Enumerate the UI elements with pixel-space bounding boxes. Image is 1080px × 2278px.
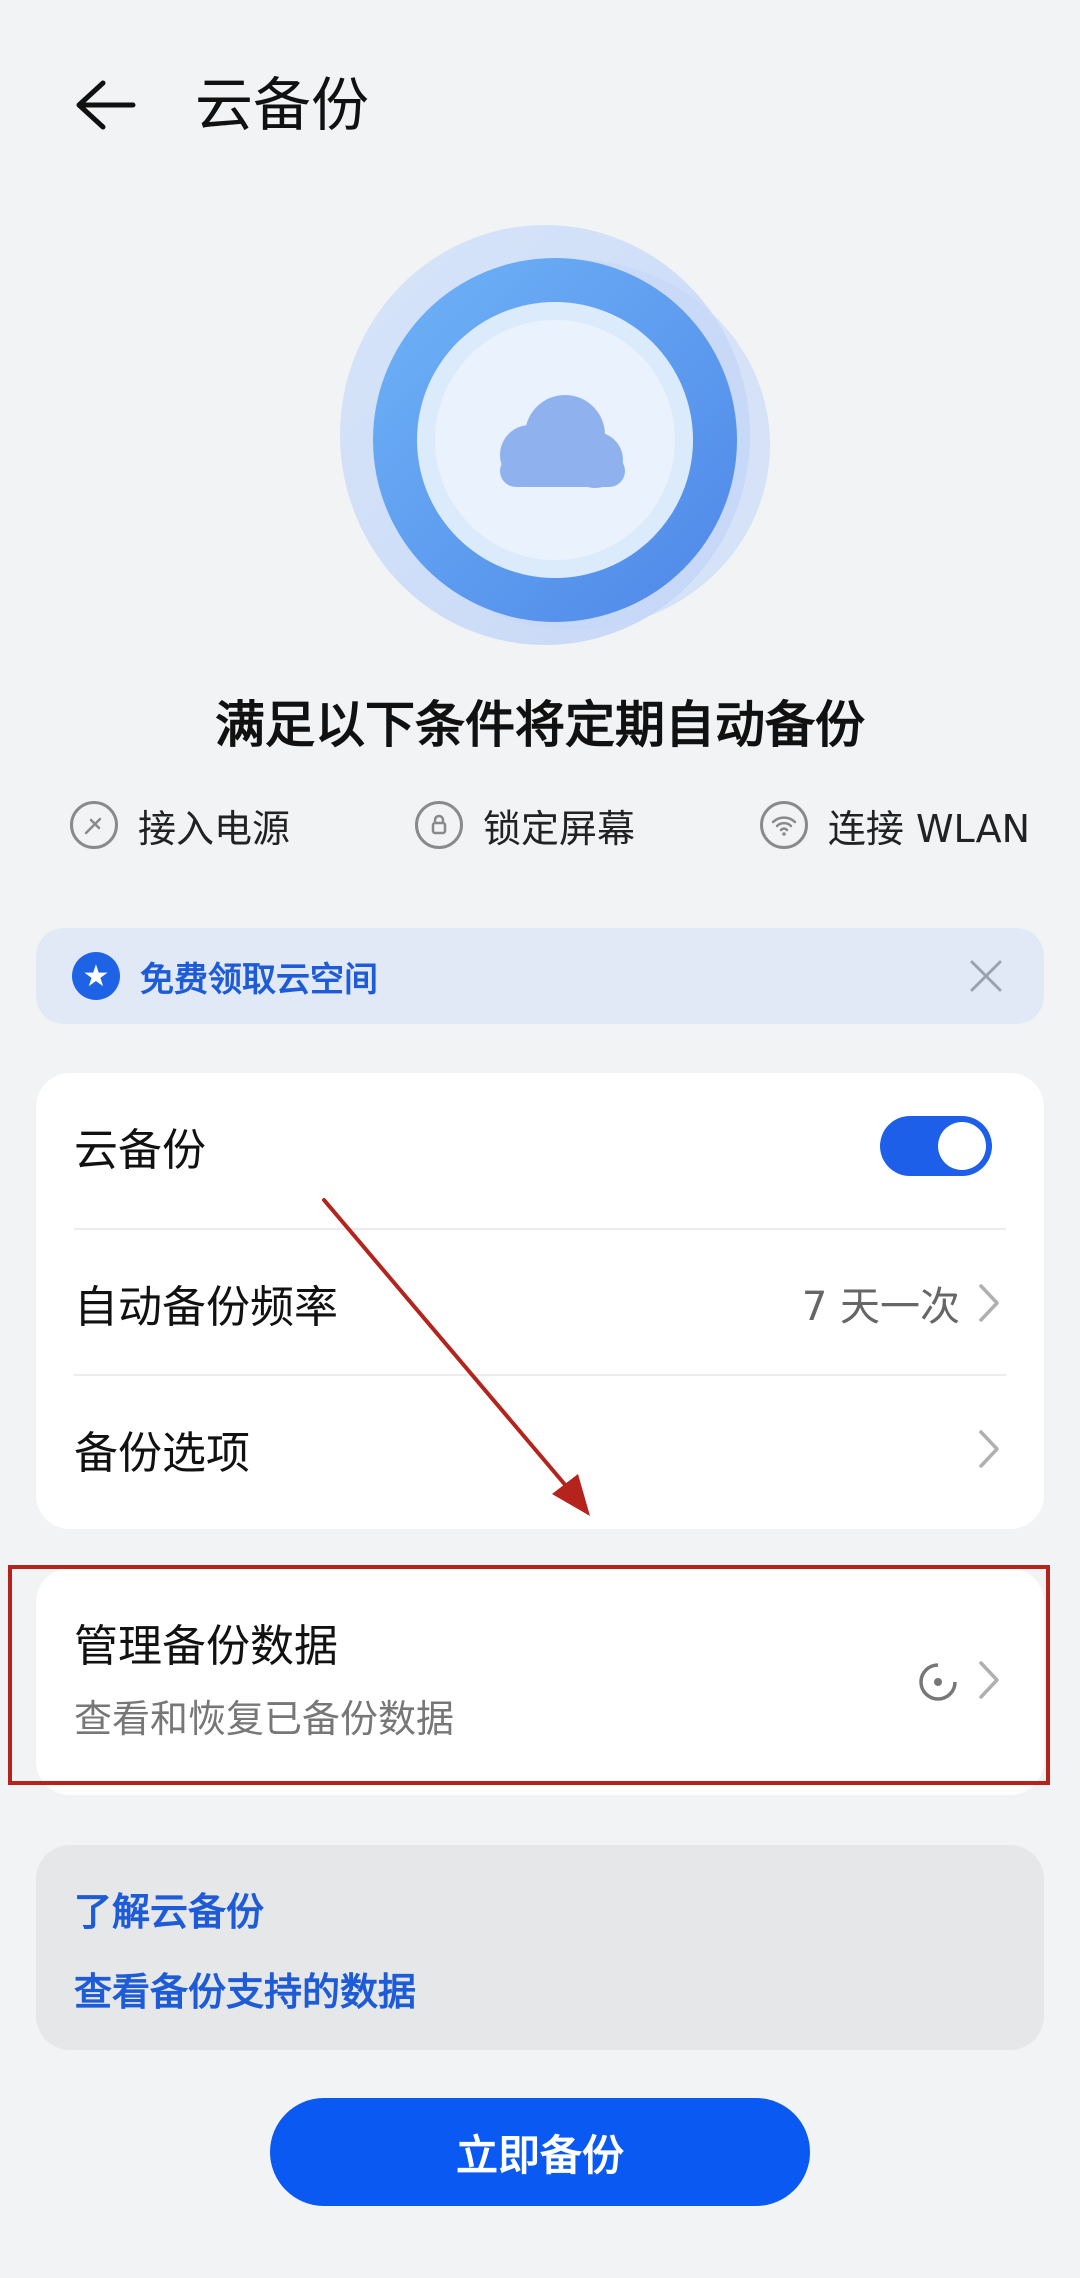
promo-close-button[interactable] xyxy=(962,952,1010,1000)
conditions-list: 接入电源 锁定屏幕 连接 WLAN xyxy=(70,785,1030,865)
manage-backup-title: 管理备份数据 xyxy=(74,1621,338,1672)
cloud-ring-icon xyxy=(340,225,770,645)
condition-lock: 锁定屏幕 xyxy=(414,798,635,853)
chevron-right-icon xyxy=(974,1658,1004,1702)
backup-frequency-row[interactable]: 自动备份频率 7 天一次 xyxy=(36,1230,1044,1375)
condition-title: 满足以下条件将定期自动备份 xyxy=(215,696,865,754)
loading-spinner-icon xyxy=(919,1663,957,1701)
close-icon xyxy=(970,960,1002,992)
backup-options-row[interactable]: 备份选项 xyxy=(36,1376,1044,1521)
manage-backup-subtitle: 查看和恢复已备份数据 xyxy=(74,1697,455,1741)
cloud-backup-label: 云备份 xyxy=(74,1124,206,1176)
condition-power-label: 接入电源 xyxy=(138,806,291,851)
condition-lock-label: 锁定屏幕 xyxy=(482,806,635,851)
wifi-icon xyxy=(759,801,808,849)
condition-power: 接入电源 xyxy=(70,798,290,853)
condition-wlan: 连接 WLAN xyxy=(759,798,1030,853)
backup-options-label: 备份选项 xyxy=(74,1427,250,1479)
condition-wlan-label: 连接 WLAN xyxy=(827,806,1030,851)
backup-frequency-value: 7 天一次 xyxy=(801,1283,960,1330)
star-badge-icon: ★ xyxy=(72,952,120,1000)
header: 云备份 xyxy=(0,0,1080,210)
help-links-card: 了解云备份 查看备份支持的数据 xyxy=(36,1845,1044,2050)
toggle-knob xyxy=(938,1121,986,1170)
lock-icon xyxy=(414,801,463,849)
promo-banner[interactable]: ★ 免费领取云空间 xyxy=(36,928,1044,1024)
settings-card: 云备份 自动备份频率 7 天一次 备份选项 xyxy=(36,1073,1044,1529)
manage-backup-card[interactable]: 管理备份数据 查看和恢复已备份数据 xyxy=(36,1568,1044,1795)
promo-label: 免费领取云空间 xyxy=(140,959,378,1000)
supported-data-link[interactable]: 查看备份支持的数据 xyxy=(74,1961,416,2016)
backup-now-button[interactable]: 立即备份 xyxy=(270,2098,810,2206)
learn-cloud-backup-link[interactable]: 了解云备份 xyxy=(74,1881,264,1936)
hero-cloud-illustration xyxy=(330,210,790,670)
cloud-backup-row[interactable]: 云备份 xyxy=(36,1073,1044,1218)
power-plug-icon xyxy=(70,801,118,849)
back-arrow-icon xyxy=(76,80,136,130)
page-title: 云备份 xyxy=(195,71,370,139)
chevron-right-icon xyxy=(974,1281,1004,1325)
chevron-right-icon xyxy=(974,1427,1004,1471)
back-button[interactable] xyxy=(62,62,148,148)
backup-frequency-label: 自动备份频率 xyxy=(74,1281,338,1333)
cloud-backup-toggle[interactable] xyxy=(880,1115,992,1176)
